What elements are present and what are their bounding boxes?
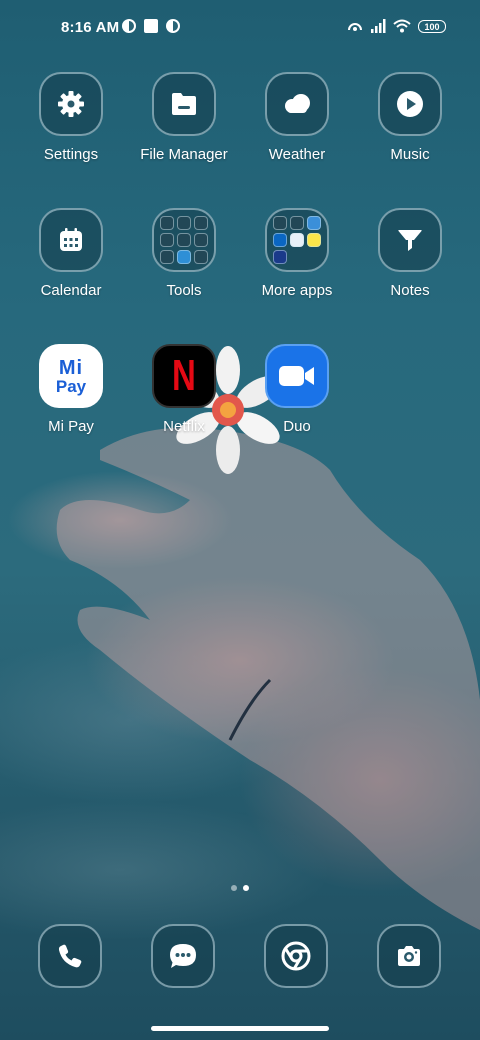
app-mi-pay[interactable]: Mi Pay Mi Pay bbox=[15, 344, 127, 435]
folder-mini-app-icon bbox=[290, 216, 304, 230]
mi-pay-tile[interactable]: Mi Pay bbox=[39, 344, 103, 408]
app-label: Tools bbox=[166, 282, 202, 299]
chrome-icon bbox=[281, 941, 311, 971]
folder-mini-app-icon bbox=[194, 250, 208, 264]
folder-mini-app-icon bbox=[273, 216, 287, 230]
folder-empty-slot bbox=[307, 250, 321, 264]
phone-icon bbox=[58, 944, 82, 968]
cloud-icon bbox=[285, 94, 310, 113]
notification-app-icon-2 bbox=[166, 19, 180, 33]
app-label: Settings bbox=[43, 146, 99, 163]
dock-chrome[interactable] bbox=[264, 924, 328, 988]
app-label: File Manager bbox=[140, 146, 228, 163]
play-icon bbox=[397, 91, 423, 117]
battery-indicator: 100 bbox=[418, 20, 446, 33]
dock-messages[interactable] bbox=[151, 924, 215, 988]
folder-mini-app-icon bbox=[307, 216, 321, 230]
mi-pay-logo-bottom: Pay bbox=[55, 376, 87, 396]
folder-empty-slot bbox=[290, 250, 304, 264]
notes-icon bbox=[398, 230, 422, 251]
app-netflix[interactable]: N Netflix bbox=[128, 344, 240, 435]
folder-icon bbox=[172, 93, 196, 115]
notes-tile[interactable] bbox=[378, 208, 442, 272]
netflix-logo: N bbox=[172, 351, 196, 400]
camera-icon bbox=[398, 946, 420, 966]
messages-tile[interactable] bbox=[151, 924, 215, 988]
calendar-icon bbox=[60, 228, 82, 251]
folder-preview-grid bbox=[160, 216, 208, 264]
messages-icon bbox=[170, 944, 196, 968]
dock-phone[interactable] bbox=[38, 924, 102, 988]
folder-preview-grid bbox=[273, 216, 321, 264]
chrome-tile[interactable] bbox=[264, 924, 328, 988]
app-label: Netflix bbox=[163, 418, 205, 435]
dock-camera[interactable] bbox=[377, 924, 441, 988]
settings-tile[interactable] bbox=[39, 72, 103, 136]
weather-tile[interactable] bbox=[265, 72, 329, 136]
duo-tile[interactable] bbox=[265, 344, 329, 408]
page-dot bbox=[231, 885, 237, 891]
folder-mini-app-icon bbox=[177, 216, 191, 230]
more-apps-folder-tile[interactable] bbox=[265, 208, 329, 272]
calendar-tile[interactable] bbox=[39, 208, 103, 272]
netflix-tile[interactable]: N bbox=[152, 344, 216, 408]
folder-mini-app-icon bbox=[160, 250, 174, 264]
status-time: 8:16 AM bbox=[61, 19, 120, 36]
folder-mini-app-icon bbox=[160, 233, 174, 247]
app-label: Music bbox=[390, 146, 430, 163]
page-indicator bbox=[228, 878, 252, 896]
app-music[interactable]: Music bbox=[354, 72, 466, 163]
app-label: Notes bbox=[390, 282, 430, 299]
gesture-navigation-bar[interactable] bbox=[151, 1026, 329, 1031]
folder-mini-app-icon bbox=[177, 250, 191, 264]
app-calendar[interactable]: Calendar bbox=[15, 208, 127, 299]
folder-mini-app-icon bbox=[290, 233, 304, 247]
folder-mini-app-icon bbox=[177, 233, 191, 247]
folder-mini-app-icon bbox=[194, 233, 208, 247]
app-label: Weather bbox=[268, 146, 326, 163]
status-bar: 8:16 AM 100 bbox=[0, 0, 480, 56]
gear-icon bbox=[58, 91, 84, 117]
folder-mini-app-icon bbox=[194, 216, 208, 230]
app-label: Calendar bbox=[40, 282, 102, 299]
app-file-manager[interactable]: File Manager bbox=[128, 72, 240, 163]
app-notes[interactable]: Notes bbox=[354, 208, 466, 299]
camera-tile[interactable] bbox=[377, 924, 441, 988]
wifi-icon bbox=[393, 19, 411, 33]
app-duo[interactable]: Duo bbox=[241, 344, 353, 435]
music-tile[interactable] bbox=[378, 72, 442, 136]
app-label: Mi Pay bbox=[48, 418, 94, 435]
signal-icon bbox=[371, 19, 386, 33]
page-dot-active bbox=[243, 885, 249, 891]
duo-camera-icon bbox=[279, 366, 314, 386]
notification-app-icon bbox=[122, 19, 136, 33]
linkedin-mini-icon bbox=[273, 233, 287, 247]
notification-square-icon bbox=[144, 19, 158, 33]
hotspot-icon bbox=[348, 23, 362, 31]
folder-mini-app-icon bbox=[273, 250, 287, 264]
app-weather[interactable]: Weather bbox=[241, 72, 353, 163]
folder-mini-app-icon bbox=[160, 216, 174, 230]
folder-tools[interactable]: Tools bbox=[128, 208, 240, 299]
folder-more-apps[interactable]: More apps bbox=[241, 208, 353, 299]
file-manager-tile[interactable] bbox=[152, 72, 216, 136]
tools-folder-tile[interactable] bbox=[152, 208, 216, 272]
phone-tile[interactable] bbox=[38, 924, 102, 988]
folder-mini-app-icon bbox=[307, 233, 321, 247]
mi-pay-logo-top: Mi bbox=[58, 356, 84, 379]
app-label: More apps bbox=[261, 282, 333, 299]
app-settings[interactable]: Settings bbox=[15, 72, 127, 163]
app-label: Duo bbox=[283, 418, 311, 435]
